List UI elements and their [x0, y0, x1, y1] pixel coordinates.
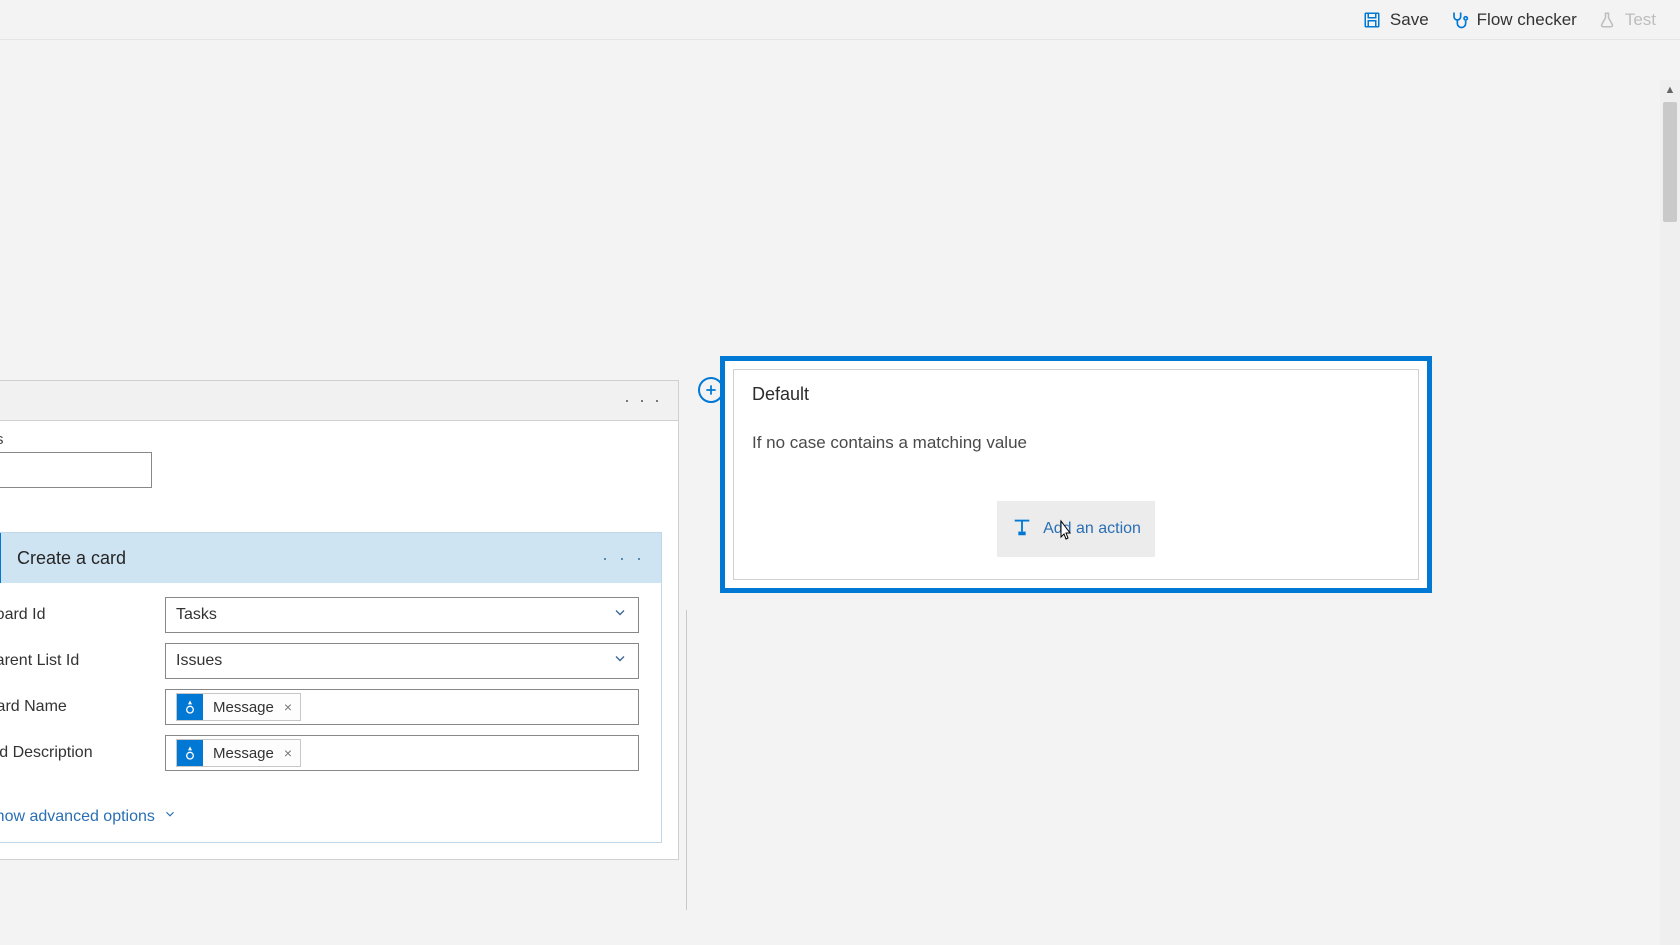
chevron-down-icon — [163, 807, 177, 826]
toolbar: Save Flow checker Test — [0, 0, 1680, 40]
stethoscope-icon — [1449, 10, 1469, 30]
chevron-down-icon — [612, 651, 628, 672]
scroll-thumb[interactable] — [1663, 102, 1677, 222]
flow-checker-label: Flow checker — [1477, 10, 1577, 30]
parent-list-id-select[interactable]: Issues — [165, 643, 639, 679]
dynamic-token[interactable]: Message × — [176, 739, 301, 767]
default-case-card[interactable]: Default If no case contains a matching v… — [720, 356, 1432, 593]
flow-checker-button[interactable]: Flow checker — [1449, 10, 1577, 30]
save-button[interactable]: Save — [1362, 10, 1429, 30]
add-action-icon — [1011, 516, 1033, 543]
test-label: Test — [1625, 10, 1656, 30]
board-id-select[interactable]: Tasks — [165, 597, 639, 633]
token-label: Message — [211, 745, 276, 762]
parent-list-id-label: Parent List Id — [0, 652, 165, 670]
card-description-label: ard Description — [0, 744, 165, 762]
default-case-inner: Default If no case contains a matching v… — [733, 369, 1419, 580]
token-remove[interactable]: × — [284, 699, 292, 715]
token-label: Message — [211, 699, 276, 716]
default-description: If no case contains a matching value — [752, 433, 1400, 453]
equals-input[interactable] — [0, 452, 152, 488]
action-body: Board Id Tasks Parent List Id — [0, 583, 661, 842]
parent-list-id-value: Issues — [176, 652, 222, 670]
add-action-label: Add an action — [1043, 520, 1141, 538]
action-title: Create a card — [17, 548, 126, 569]
board-id-label: Board Id — [0, 606, 165, 624]
board-id-value: Tasks — [176, 606, 217, 624]
case-more-menu[interactable]: · · · — [624, 390, 662, 411]
token-remove[interactable]: × — [284, 745, 292, 761]
default-title: Default — [752, 384, 1400, 405]
show-advanced-options[interactable]: Show advanced options — [0, 807, 177, 826]
equals-label: uals — [0, 431, 662, 448]
scroll-up-arrow[interactable]: ▲ — [1660, 80, 1680, 100]
case-card: e 4 · · · uals Create a card · · · — [0, 380, 679, 860]
chevron-down-icon — [612, 605, 628, 626]
action-card: Create a card · · · Board Id Tasks — [0, 532, 662, 843]
card-description-input[interactable]: Message × — [165, 735, 639, 771]
dynamic-token[interactable]: Message × — [176, 693, 301, 721]
card-name-label: Card Name — [0, 698, 165, 716]
action-more-menu[interactable]: · · · — [602, 548, 645, 569]
scrollbar[interactable]: ▲ — [1660, 80, 1680, 945]
trello-icon — [0, 533, 1, 583]
test-button[interactable]: Test — [1597, 10, 1656, 30]
flask-icon — [1597, 10, 1617, 30]
connector-line — [686, 610, 687, 910]
case-body: uals Create a card · · · Board Id — [0, 421, 678, 859]
dynamic-content-icon — [177, 694, 203, 720]
advanced-label: Show advanced options — [0, 808, 155, 826]
save-icon — [1362, 10, 1382, 30]
dynamic-content-icon — [177, 740, 203, 766]
case-header[interactable]: e 4 · · · — [0, 381, 678, 421]
action-header[interactable]: Create a card · · · — [0, 533, 661, 583]
canvas: e 4 · · · uals Create a card · · · — [0, 40, 1680, 945]
card-name-input[interactable]: Message × — [165, 689, 639, 725]
add-action-button[interactable]: Add an action — [997, 501, 1155, 557]
save-label: Save — [1390, 10, 1429, 30]
